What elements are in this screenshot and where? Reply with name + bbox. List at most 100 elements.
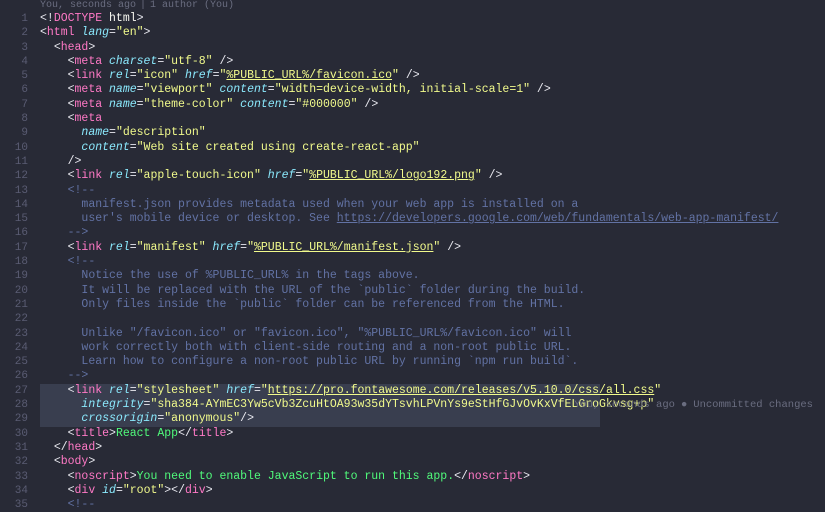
code-content[interactable]: --> bbox=[40, 369, 825, 383]
code-content[interactable]: Learn how to configure a non-root public… bbox=[40, 355, 825, 369]
line-number[interactable]: 33 bbox=[0, 470, 40, 484]
code-content[interactable]: <link rel="icon" href="%PUBLIC_URL%/favi… bbox=[40, 69, 825, 83]
code-content[interactable]: <title>React App</title> bbox=[40, 427, 825, 441]
code-content[interactable]: <body> bbox=[40, 455, 825, 469]
code-line[interactable]: 29 crossorigin="anonymous"/> bbox=[0, 412, 825, 426]
code-line[interactable]: 17 <link rel="manifest" href="%PUBLIC_UR… bbox=[0, 241, 825, 255]
code-line[interactable]: 33 <noscript>You need to enable JavaScri… bbox=[0, 470, 825, 484]
code-line[interactable]: 14 manifest.json provides metadata used … bbox=[0, 198, 825, 212]
code-content[interactable]: <div id="root"></div> bbox=[40, 484, 825, 498]
code-content[interactable]: <!DOCTYPE html> bbox=[40, 12, 825, 26]
line-number[interactable]: 19 bbox=[0, 269, 40, 283]
line-number[interactable]: 6 bbox=[0, 83, 40, 97]
code-content[interactable]: <meta bbox=[40, 112, 825, 126]
code-content[interactable]: <html lang="en"> bbox=[40, 26, 825, 40]
line-number[interactable]: 26 bbox=[0, 369, 40, 383]
code-line[interactable]: 24 work correctly both with client-side … bbox=[0, 341, 825, 355]
code-line[interactable]: 1<!DOCTYPE html> bbox=[0, 12, 825, 26]
code-content[interactable]: Unlike "/favicon.ico" or "favicon.ico", … bbox=[40, 327, 825, 341]
code-content[interactable]: Only files inside the `public` folder ca… bbox=[40, 298, 825, 312]
code-editor[interactable]: You, seconds ago|1 author (You)1<!DOCTYP… bbox=[0, 0, 825, 512]
code-content[interactable]: name="description" bbox=[40, 126, 825, 140]
code-content[interactable]: <!-- bbox=[40, 255, 825, 269]
code-line[interactable]: 27 <link rel="stylesheet" href="https://… bbox=[0, 384, 825, 398]
code-content[interactable]: <meta name="viewport" content="width=dev… bbox=[40, 83, 825, 97]
line-number[interactable]: 29 bbox=[0, 412, 40, 426]
code-content[interactable]: <link rel="stylesheet" href="https://pro… bbox=[40, 384, 825, 398]
code-line[interactable]: 8 <meta bbox=[0, 112, 825, 126]
code-content[interactable]: crossorigin="anonymous"/> bbox=[40, 412, 825, 426]
code-line[interactable]: 16 --> bbox=[0, 226, 825, 240]
code-content[interactable]: --> bbox=[40, 226, 825, 240]
line-number[interactable]: 25 bbox=[0, 355, 40, 369]
line-number[interactable]: 2 bbox=[0, 26, 40, 40]
code-content[interactable]: Notice the use of %PUBLIC_URL% in the ta… bbox=[40, 269, 825, 283]
code-line[interactable]: 13 <!-- bbox=[0, 184, 825, 198]
line-number[interactable]: 32 bbox=[0, 455, 40, 469]
line-number[interactable]: 7 bbox=[0, 98, 40, 112]
code-line[interactable]: 6 <meta name="viewport" content="width=d… bbox=[0, 83, 825, 97]
code-content[interactable]: <noscript>You need to enable JavaScript … bbox=[40, 470, 825, 484]
code-line[interactable]: 26 --> bbox=[0, 369, 825, 383]
line-number[interactable]: 17 bbox=[0, 241, 40, 255]
code-line[interactable]: 11 /> bbox=[0, 155, 825, 169]
blame-annotation[interactable]: You, seconds ago●Uncommitted changes bbox=[574, 398, 813, 412]
code-content[interactable]: <meta charset="utf-8" /> bbox=[40, 55, 825, 69]
code-lens[interactable]: You, seconds ago|1 author (You) bbox=[0, 0, 825, 12]
code-content[interactable]: </head> bbox=[40, 441, 825, 455]
code-line[interactable]: 31 </head> bbox=[0, 441, 825, 455]
code-line[interactable]: 2<html lang="en"> bbox=[0, 26, 825, 40]
code-content[interactable]: manifest.json provides metadata used whe… bbox=[40, 198, 825, 212]
line-number[interactable]: 13 bbox=[0, 184, 40, 198]
code-line[interactable]: 20 It will be replaced with the URL of t… bbox=[0, 284, 825, 298]
code-content[interactable] bbox=[40, 312, 825, 326]
line-number[interactable]: 12 bbox=[0, 169, 40, 183]
code-line[interactable]: 30 <title>React App</title> bbox=[0, 427, 825, 441]
code-content[interactable]: work correctly both with client-side rou… bbox=[40, 341, 825, 355]
line-number[interactable]: 8 bbox=[0, 112, 40, 126]
code-line[interactable]: 21 Only files inside the `public` folder… bbox=[0, 298, 825, 312]
code-content[interactable]: content="Web site created using create-r… bbox=[40, 141, 825, 155]
line-number[interactable]: 10 bbox=[0, 141, 40, 155]
line-number[interactable]: 11 bbox=[0, 155, 40, 169]
line-number[interactable]: 15 bbox=[0, 212, 40, 226]
line-number[interactable]: 24 bbox=[0, 341, 40, 355]
line-number[interactable]: 21 bbox=[0, 298, 40, 312]
code-content[interactable]: <link rel="apple-touch-icon" href="%PUBL… bbox=[40, 169, 825, 183]
code-line[interactable]: 18 <!-- bbox=[0, 255, 825, 269]
line-number[interactable]: 9 bbox=[0, 126, 40, 140]
line-number[interactable]: 28 bbox=[0, 398, 40, 412]
code-content[interactable]: user's mobile device or desktop. See htt… bbox=[40, 212, 825, 226]
code-line[interactable]: 12 <link rel="apple-touch-icon" href="%P… bbox=[0, 169, 825, 183]
line-number[interactable]: 22 bbox=[0, 312, 40, 326]
line-number[interactable]: 30 bbox=[0, 427, 40, 441]
line-number[interactable]: 27 bbox=[0, 384, 40, 398]
code-line[interactable]: 10 content="Web site created using creat… bbox=[0, 141, 825, 155]
code-line[interactable]: 5 <link rel="icon" href="%PUBLIC_URL%/fa… bbox=[0, 69, 825, 83]
line-number[interactable]: 20 bbox=[0, 284, 40, 298]
code-line[interactable]: 32 <body> bbox=[0, 455, 825, 469]
code-content[interactable]: <meta name="theme-color" content="#00000… bbox=[40, 98, 825, 112]
line-number[interactable]: 5 bbox=[0, 69, 40, 83]
code-line[interactable]: 25 Learn how to configure a non-root pub… bbox=[0, 355, 825, 369]
code-line[interactable]: 7 <meta name="theme-color" content="#000… bbox=[0, 98, 825, 112]
code-content[interactable]: <link rel="manifest" href="%PUBLIC_URL%/… bbox=[40, 241, 825, 255]
code-line[interactable]: 3 <head> bbox=[0, 41, 825, 55]
code-line[interactable]: 23 Unlike "/favicon.ico" or "favicon.ico… bbox=[0, 327, 825, 341]
code-content[interactable]: It will be replaced with the URL of the … bbox=[40, 284, 825, 298]
line-number[interactable]: 34 bbox=[0, 484, 40, 498]
code-line[interactable]: 9 name="description" bbox=[0, 126, 825, 140]
code-content[interactable]: <!-- bbox=[40, 184, 825, 198]
line-number[interactable]: 23 bbox=[0, 327, 40, 341]
code-content[interactable]: <head> bbox=[40, 41, 825, 55]
line-number[interactable]: 4 bbox=[0, 55, 40, 69]
line-number[interactable]: 3 bbox=[0, 41, 40, 55]
line-number[interactable]: 18 bbox=[0, 255, 40, 269]
line-number[interactable]: 31 bbox=[0, 441, 40, 455]
line-number[interactable]: 14 bbox=[0, 198, 40, 212]
code-content[interactable]: <!-- bbox=[40, 498, 825, 512]
code-line[interactable]: 19 Notice the use of %PUBLIC_URL% in the… bbox=[0, 269, 825, 283]
code-line[interactable]: 35 <!-- bbox=[0, 498, 825, 512]
code-line[interactable]: 34 <div id="root"></div> bbox=[0, 484, 825, 498]
line-number[interactable]: 16 bbox=[0, 226, 40, 240]
